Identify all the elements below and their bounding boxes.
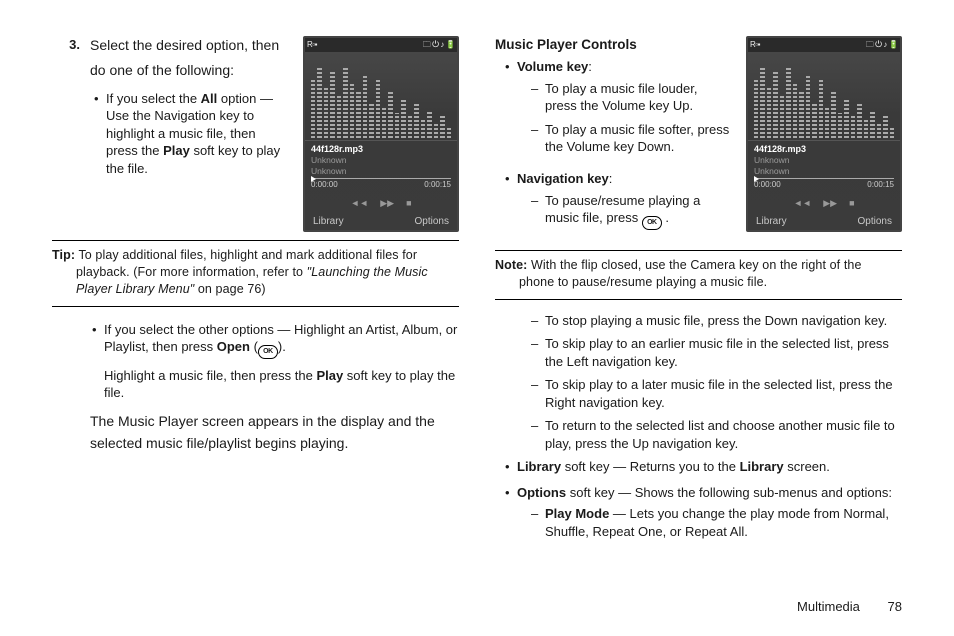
- dash-text: .: [662, 210, 669, 225]
- track-meta1: Unknown: [305, 155, 457, 166]
- text-span: (: [250, 339, 258, 354]
- note-label: Note:: [495, 258, 527, 272]
- text-span: soft key — Returns you to the: [561, 459, 739, 474]
- bullet-library: • Library soft key — Returns you to the …: [505, 458, 902, 476]
- track-name: 44f128r.mp3: [748, 141, 900, 155]
- tip-block: Tip: To play additional files, highlight…: [52, 247, 459, 300]
- bold-play: Play: [316, 368, 343, 383]
- dash-text: To pause/resume playing a music file, pr…: [545, 193, 700, 226]
- status-left: R▫▪: [307, 40, 317, 51]
- softkey-options: Options: [858, 215, 892, 229]
- play-icon: ▶▶: [823, 197, 837, 209]
- status-right: 🗀 ⏻ ♪ 🔋: [423, 40, 455, 51]
- step-number: 3.: [52, 36, 90, 186]
- play-icon: ▶▶: [380, 197, 394, 209]
- track-name: 44f128r.mp3: [305, 141, 457, 155]
- note-text: With the flip closed, use the Camera key…: [519, 258, 862, 289]
- music-player-screenshot: R▫▪ 🗀 ⏻ ♪ 🔋 44f128r.mp3 Unknown Unknown …: [303, 36, 459, 232]
- ok-icon: OK: [642, 216, 662, 230]
- bold-library: Library: [517, 459, 561, 474]
- bold-playmode: Play Mode: [545, 506, 609, 521]
- equalizer: [305, 52, 457, 141]
- text-span: ).: [278, 339, 286, 354]
- tip-text2: on page 76): [194, 282, 265, 296]
- track-meta2: Unknown: [305, 166, 457, 177]
- page-footer: Multimedia 78: [52, 590, 902, 616]
- bold-all: All: [201, 91, 218, 106]
- text-span: If you select the: [106, 91, 201, 106]
- dash-text: To skip play to a later music file in th…: [545, 376, 902, 411]
- track-meta1: Unknown: [748, 155, 900, 166]
- softkey-library: Library: [756, 215, 787, 229]
- prev-icon: ◄◄: [350, 197, 368, 209]
- track-meta2: Unknown: [748, 166, 900, 177]
- stop-icon: ■: [406, 197, 411, 209]
- page-number: 78: [888, 599, 902, 614]
- softkey-library: Library: [313, 215, 344, 229]
- footer-section: Multimedia: [797, 599, 860, 614]
- bold-options: Options: [517, 485, 566, 500]
- step-text-line2: do one of the following:: [90, 61, 289, 80]
- text-span: soft key — Shows the following sub-menus…: [566, 485, 892, 500]
- bold-play: Play: [163, 143, 190, 158]
- result-paragraph: The Music Player screen appears in the d…: [90, 410, 459, 455]
- bullet-navigation: • Navigation key: – To pause/resume play…: [505, 170, 732, 236]
- text-span: screen.: [784, 459, 830, 474]
- tip-label: Tip:: [52, 248, 75, 262]
- left-bullet-1: • If you select the All option — Use the…: [94, 90, 289, 178]
- dash-text: To play a music file softer, press the V…: [545, 121, 732, 156]
- time-total: 0:00:15: [867, 180, 894, 191]
- bold-library: Library: [740, 459, 784, 474]
- dash-text: To return to the selected list and choos…: [545, 417, 902, 452]
- step-3: 3. Select the desired option, then do on…: [52, 36, 289, 186]
- bullet-options: • Options soft key — Shows the following…: [505, 484, 902, 547]
- status-left: R▫▪: [750, 40, 760, 51]
- text-span: Highlight a music file, then press the: [104, 368, 316, 383]
- dash-text: To skip play to an earlier music file in…: [545, 335, 902, 370]
- stop-icon: ■: [849, 197, 854, 209]
- note-block: Note: With the flip closed, use the Came…: [495, 257, 902, 293]
- dash-text: To stop playing a music file, press the …: [545, 312, 902, 330]
- time-total: 0:00:15: [424, 180, 451, 191]
- section-heading: Music Player Controls: [495, 36, 732, 54]
- dash-text: To play a music file louder, press the V…: [545, 80, 732, 115]
- prev-icon: ◄◄: [793, 197, 811, 209]
- step-text-line1: Select the desired option, then: [90, 36, 289, 55]
- left-bullet-2: • If you select the other options — High…: [92, 321, 459, 402]
- bold-open: Open: [217, 339, 250, 354]
- music-player-screenshot: R▫▪ 🗀 ⏻ ♪ 🔋 44f128r.mp3 Unknown Unknown …: [746, 36, 902, 232]
- right-column: Music Player Controls • Volume key: –To …: [495, 36, 902, 590]
- bullet-volume: • Volume key: –To play a music file loud…: [505, 58, 732, 162]
- ok-icon: OK: [258, 345, 278, 359]
- softkey-options: Options: [415, 215, 449, 229]
- status-right: 🗀 ⏻ ♪ 🔋: [866, 40, 898, 51]
- bold-navigation: Navigation key: [517, 171, 609, 186]
- bold-volume: Volume key: [517, 59, 588, 74]
- equalizer: [748, 52, 900, 141]
- left-column: 3. Select the desired option, then do on…: [52, 36, 459, 590]
